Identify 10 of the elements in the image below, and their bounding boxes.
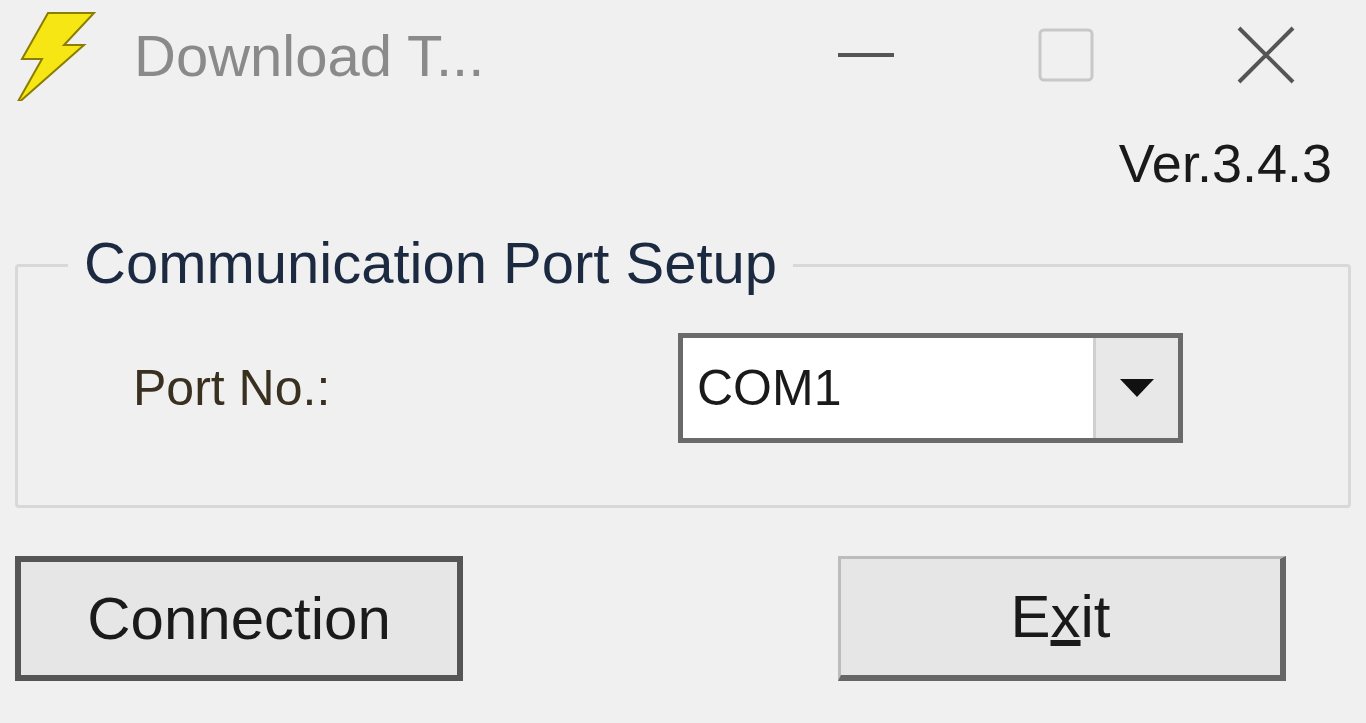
version-label: Ver.3.4.3 [1118,136,1332,190]
dialog-button[interactable]: Exit [838,556,1286,681]
dialog-button[interactable]: Connection [15,556,463,681]
maximize-icon [1038,28,1094,82]
port-label: Port No.: [133,358,332,418]
minimize-icon [838,52,894,58]
dropdown-arrow-icon [1120,379,1154,397]
port-dropdown[interactable]: COM1 [678,333,1183,443]
close-icon [1236,25,1296,85]
window-title: Download T... [134,21,486,90]
